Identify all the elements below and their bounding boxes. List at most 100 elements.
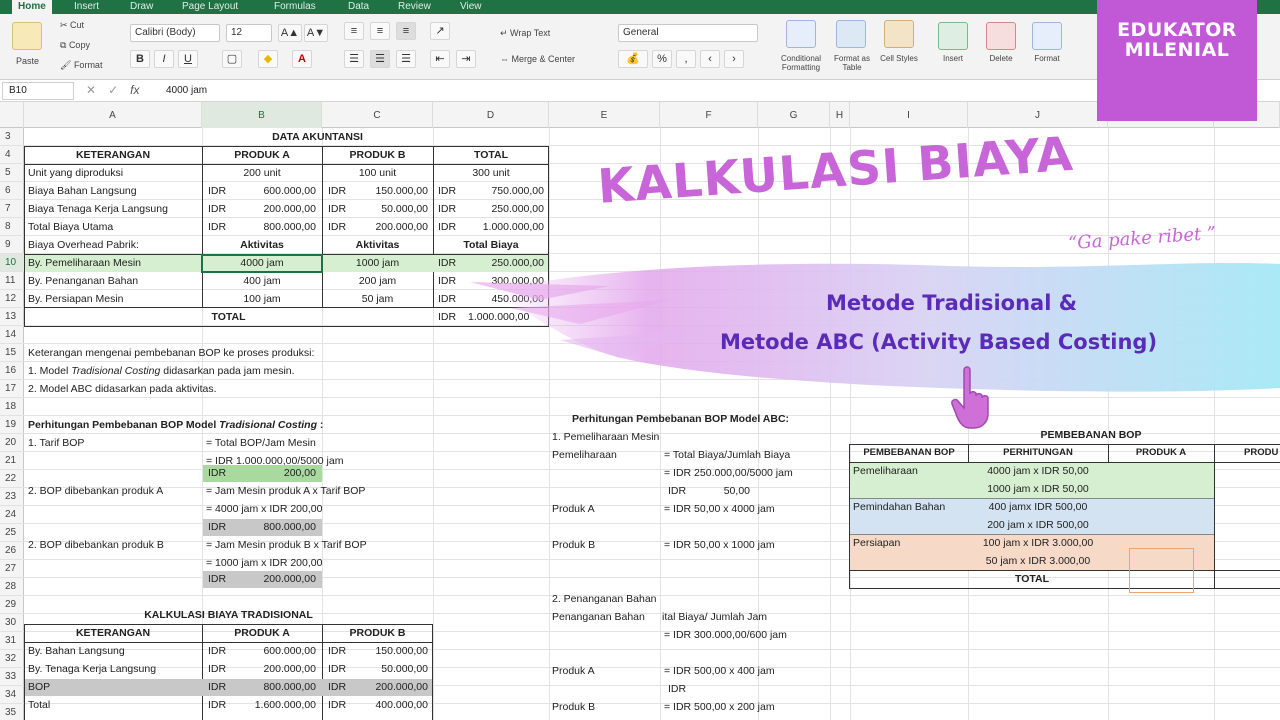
align-center-icon[interactable]: ☰	[370, 50, 390, 68]
data-akuntansi-title[interactable]: DATA AKUNTANSI	[202, 128, 433, 146]
cancel-icon[interactable]: ✕	[86, 83, 108, 97]
row-header[interactable]: 8	[0, 218, 24, 236]
trad-value[interactable]: 50.000,00	[352, 660, 428, 678]
row-header[interactable]: 16	[0, 362, 24, 380]
tab-data[interactable]: Data	[342, 0, 375, 14]
bop-a-result[interactable]: 800.000,00	[240, 518, 316, 536]
bop-a-formula[interactable]: = Jam Mesin produk A x Tarif BOP	[206, 482, 365, 500]
pb-category[interactable]: Pemindahan Bahan	[853, 498, 945, 516]
pb-calc[interactable]: 4000 jam x IDR 50,00	[968, 462, 1108, 480]
abc-heading[interactable]: Perhitungan Pembebanan BOP Model ABC:	[572, 410, 789, 428]
traditional-heading[interactable]: Perhitungan Pembebanan BOP Model Tradisi…	[28, 416, 323, 434]
row-header[interactable]: 32	[0, 650, 24, 668]
fill-color-icon[interactable]: ◆	[258, 50, 278, 68]
shrink-font-button[interactable]: A▼	[304, 24, 328, 42]
row12-a[interactable]: 100 jam	[202, 290, 322, 308]
tarif-bop-label[interactable]: 1. Tarif BOP	[28, 434, 84, 452]
row13-total-label[interactable]: TOTAL	[24, 308, 433, 326]
increase-decimal-icon[interactable]: ›	[724, 50, 744, 68]
grow-font-button[interactable]: A▲	[278, 24, 302, 42]
orientation-icon[interactable]: ↗	[430, 22, 450, 40]
trad-row-label[interactable]: By. Bahan Langsung	[28, 642, 125, 660]
abc-formula[interactable]: = Total Biaya/Jumlah Biaya	[664, 446, 790, 464]
column-header[interactable]: F	[660, 102, 758, 128]
row-header[interactable]: 33	[0, 668, 24, 686]
trad-value[interactable]: 200.000,00	[236, 660, 316, 678]
insert-cells-icon[interactable]	[938, 22, 968, 50]
abc-formula[interactable]: = IDR 300.000,00/600 jam	[664, 626, 787, 644]
header-produk-b[interactable]: PRODUK B	[322, 146, 433, 164]
abc-label[interactable]: Produk B	[552, 536, 595, 554]
increase-indent-icon[interactable]: ⇥	[456, 50, 476, 68]
pb-calc[interactable]: 100 jam x IDR 3.000,00	[968, 534, 1108, 552]
abc-formula[interactable]: ital Biaya/ Jumlah Jam	[662, 608, 767, 626]
cut-button[interactable]: ✂ Cut	[60, 20, 84, 31]
header-keterangan[interactable]: KETERANGAN	[24, 146, 202, 164]
header-produk-a[interactable]: PRODUK A	[202, 146, 322, 164]
align-right-icon[interactable]: ☰	[396, 50, 416, 68]
row-header[interactable]: 29	[0, 596, 24, 614]
column-header[interactable]: C	[322, 102, 433, 128]
row-header[interactable]: 4	[0, 146, 24, 164]
column-header[interactable]: J	[968, 102, 1108, 128]
row-header[interactable]: 5	[0, 164, 24, 182]
abc-label[interactable]: Produk A	[552, 662, 595, 680]
trad-value[interactable]: 800.000,00	[236, 678, 316, 696]
abc-label[interactable]: Pemeliharaan	[552, 446, 617, 464]
tab-draw[interactable]: Draw	[124, 0, 159, 14]
row8-b[interactable]: 200.000,00	[352, 218, 428, 236]
row-header[interactable]: 20	[0, 434, 24, 452]
row7-a[interactable]: 200.000,00	[236, 200, 316, 218]
row-header[interactable]: 19	[0, 416, 24, 434]
align-middle-icon[interactable]: ≡	[370, 22, 390, 40]
column-header[interactable]: G	[758, 102, 830, 128]
row9-label[interactable]: Biaya Overhead Pabrik:	[28, 236, 139, 254]
row-header[interactable]: 30	[0, 614, 24, 632]
font-color-icon[interactable]: A	[292, 50, 312, 68]
italic-button[interactable]: I	[154, 50, 174, 68]
abc-pemeliharaan-heading[interactable]: 1. Pemeliharaan Mesin	[552, 428, 659, 446]
delete-cells-icon[interactable]	[986, 22, 1016, 50]
merge-center-button[interactable]: ⇔ Merge & Center	[500, 54, 575, 64]
row-header[interactable]: 31	[0, 632, 24, 650]
decrease-decimal-icon[interactable]: ‹	[700, 50, 720, 68]
pembebanan-title[interactable]: PEMBEBANAN BOP	[968, 426, 1214, 444]
underline-button[interactable]: U	[178, 50, 198, 68]
align-bottom-icon[interactable]: ≡	[396, 22, 416, 40]
select-all-corner[interactable]	[0, 102, 24, 128]
row10-a[interactable]: 4000 jam	[202, 254, 322, 272]
pb-category[interactable]: Persiapan	[853, 534, 900, 552]
paste-icon[interactable]	[12, 22, 42, 50]
tarif-bop-result[interactable]: 200,00	[240, 464, 316, 482]
bop-b-result[interactable]: 200.000,00	[240, 570, 316, 588]
pb-calc[interactable]: 1000 jam x IDR 50,00	[968, 480, 1108, 498]
row11-b[interactable]: 200 jam	[322, 272, 433, 290]
row9-b[interactable]: Aktivitas	[322, 236, 433, 254]
conditional-formatting-icon[interactable]	[786, 20, 816, 48]
wrap-text-button[interactable]: ↵ Wrap Text	[500, 28, 550, 39]
fx-icon[interactable]: fx	[130, 83, 139, 97]
pb-calc[interactable]: 400 jamx IDR 500,00	[968, 498, 1108, 516]
row7-b[interactable]: 50.000,00	[352, 200, 428, 218]
column-header[interactable]: I	[850, 102, 968, 128]
abc-rate[interactable]: 50,00	[700, 482, 750, 500]
row-header[interactable]: 14	[0, 326, 24, 344]
row5-a[interactable]: 200 unit	[202, 164, 322, 182]
bop-b-label[interactable]: 2. BOP dibebankan produk B	[28, 536, 164, 554]
row-header[interactable]: 13	[0, 308, 24, 326]
abc-formula[interactable]: = IDR 500,00 x 200 jam	[664, 698, 775, 716]
row10-b[interactable]: 1000 jam	[322, 254, 433, 272]
row-header[interactable]: 35	[0, 704, 24, 720]
row6-a[interactable]: 600.000,00	[236, 182, 316, 200]
row6-total[interactable]: 750.000,00	[462, 182, 544, 200]
format-cells-icon[interactable]	[1032, 22, 1062, 50]
abc-label[interactable]: Penanganan Bahan	[552, 608, 660, 626]
row-header[interactable]: 23	[0, 488, 24, 506]
row8-label[interactable]: Total Biaya Utama	[28, 218, 113, 236]
row12-b[interactable]: 50 jam	[322, 290, 433, 308]
tab-view[interactable]: View	[454, 0, 488, 14]
pb-header[interactable]: PEMBEBANAN BOP	[850, 444, 968, 462]
row-header[interactable]: 28	[0, 578, 24, 596]
row8-a[interactable]: 800.000,00	[236, 218, 316, 236]
tab-insert[interactable]: Insert	[68, 0, 105, 14]
